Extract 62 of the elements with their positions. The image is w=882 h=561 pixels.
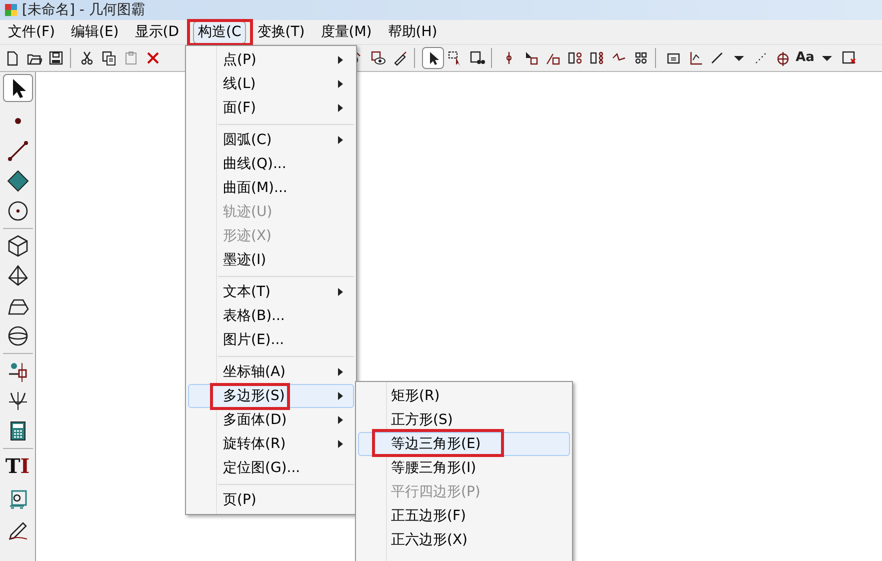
submenu-arrow-icon [338, 104, 343, 112]
copy-icon[interactable] [101, 50, 117, 66]
menu-item[interactable]: 等腰三角形(I) [358, 456, 570, 480]
submenu-arrow-icon [338, 80, 343, 88]
menu-item[interactable]: 曲面(M)... [188, 176, 354, 200]
menu-item[interactable]: 页(P) [188, 488, 354, 512]
submenu-arrow-icon [338, 416, 343, 424]
app-icon [4, 3, 18, 17]
menu-item[interactable]: 面(F) [188, 96, 354, 120]
menu-item[interactable]: 变换(T) [252, 20, 310, 44]
polygon-icon[interactable] [6, 170, 28, 192]
transform-icon[interactable] [6, 360, 28, 382]
menu-item[interactable]: 正五边形(F) [358, 504, 570, 528]
menu-item[interactable]: 度量(M) [316, 20, 377, 44]
delete-icon[interactable] [145, 50, 161, 66]
submenu-arrow-icon [338, 56, 343, 64]
submenu-arrow-icon [338, 136, 343, 144]
window-title: [未命名] - 几何图霸 [22, 0, 145, 20]
menu-item[interactable]: 坐标轴(A) [188, 360, 354, 384]
sphere-icon[interactable] [6, 325, 28, 347]
dotted-line-icon[interactable] [753, 50, 769, 66]
submenu-arrow-icon [338, 392, 343, 400]
scissors-icon[interactable] [79, 50, 95, 66]
menu-item[interactable]: 定位图(G)... [188, 456, 354, 480]
grid-dots-icon[interactable] [633, 50, 649, 66]
image-icon[interactable] [841, 50, 857, 66]
eye-icon[interactable] [370, 50, 386, 66]
menu-item[interactable]: 正六边形(X) [358, 528, 570, 552]
save-icon[interactable] [48, 50, 64, 66]
menu-item[interactable]: 曲线(Q)... [188, 152, 354, 176]
font-button[interactable]: Aa [794, 47, 816, 69]
face-select-icon[interactable] [523, 50, 539, 66]
menu-item[interactable]: 图片(E)... [188, 328, 354, 352]
menu-item[interactable]: 线(L) [188, 72, 354, 96]
menu-item[interactable]: 圆弧(C) [188, 128, 354, 152]
line-style-icon[interactable] [709, 50, 725, 66]
submenu-arrow-icon [338, 368, 343, 376]
menu-item[interactable]: 点(P) [188, 48, 354, 72]
function-graph-icon[interactable] [6, 390, 28, 412]
submenu-arrow-icon [338, 440, 343, 448]
segment-icon[interactable] [6, 140, 28, 162]
menu-item[interactable]: 墨迹(I) [188, 248, 354, 272]
menu-item[interactable]: 表格(B)... [188, 304, 354, 328]
menu-item[interactable]: 编辑(E) [66, 20, 124, 44]
brush-icon[interactable] [392, 50, 408, 66]
point-style-icon[interactable] [775, 50, 791, 66]
menu-item[interactable]: 旋转体(R) [188, 432, 354, 456]
menu-item[interactable]: 文本(T) [188, 280, 354, 304]
text-tool-button[interactable]: TI [2, 451, 32, 481]
menu-item[interactable]: 多边形(S) [188, 384, 354, 408]
menu-item[interactable]: 正方形(S) [358, 408, 570, 432]
menu-item[interactable]: 矩形(R) [358, 384, 570, 408]
menu-item[interactable]: 构造(C [193, 20, 246, 44]
menu-item[interactable]: 等边三角形(E) [358, 432, 570, 456]
circle-icon[interactable] [6, 200, 28, 222]
menu-item[interactable]: 显示(D [130, 20, 184, 44]
cube-icon[interactable] [6, 235, 28, 257]
menu-item[interactable]: 帮助(H) [382, 20, 442, 44]
menu-item[interactable]: 文件(F) [3, 20, 60, 44]
menu-item[interactable]: 多面体(D) [188, 408, 354, 432]
submenu-arrow-icon [338, 288, 343, 296]
pyramid-icon[interactable] [6, 265, 28, 287]
